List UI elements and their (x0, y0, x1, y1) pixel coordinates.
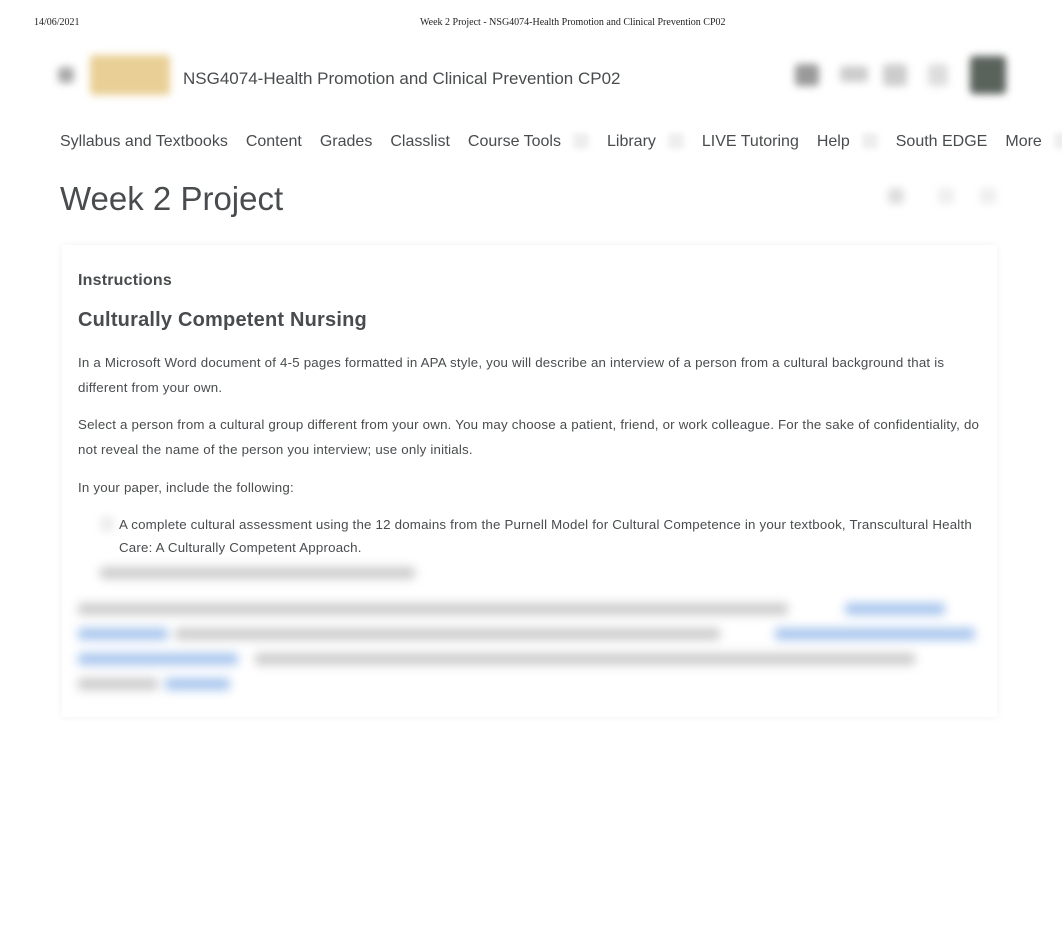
chevron-down-icon[interactable] (667, 133, 684, 149)
message-icon[interactable] (840, 66, 868, 82)
list-bullet (100, 516, 114, 532)
paragraph: In your paper, include the following: (78, 480, 294, 495)
section-heading: Culturally Competent Nursing (78, 309, 367, 331)
avatar[interactable] (970, 56, 1006, 94)
print-date: 14/06/2021 (34, 17, 80, 28)
blurred-text (78, 678, 158, 690)
chevron-down-icon[interactable] (861, 133, 878, 149)
nav-help[interactable]: Help (817, 133, 850, 151)
list-item: A complete cultural assessment using the… (119, 517, 972, 555)
nav-more[interactable]: More (1005, 133, 1041, 151)
nav-south-edge[interactable]: South EDGE (896, 133, 988, 151)
blurred-link[interactable] (78, 653, 238, 665)
nav-course-tools[interactable]: Course Tools (468, 133, 561, 151)
logo[interactable] (90, 55, 170, 95)
blurred-text (78, 603, 788, 615)
blurred-link[interactable] (845, 603, 945, 615)
nav-library[interactable]: Library (607, 133, 656, 151)
nav-content[interactable]: Content (246, 133, 302, 151)
menu-icon[interactable] (58, 67, 74, 83)
download-icon[interactable] (888, 188, 904, 204)
previous-icon[interactable] (938, 188, 954, 204)
course-nav: Syllabus and Textbooks Content Grades Cl… (60, 133, 1062, 151)
blurred-link[interactable] (775, 628, 975, 640)
nav-grades[interactable]: Grades (320, 133, 372, 151)
grid-icon[interactable] (795, 64, 819, 86)
blurred-link[interactable] (78, 628, 168, 640)
course-title[interactable]: NSG4074-Health Promotion and Clinical Pr… (183, 69, 621, 89)
nav-live-tutoring[interactable]: LIVE Tutoring (702, 133, 799, 151)
top-bar: NSG4074-Health Promotion and Clinical Pr… (55, 50, 1012, 100)
page-title: Week 2 Project (60, 180, 284, 217)
blurred-text (255, 653, 915, 665)
chevron-down-icon[interactable] (1053, 133, 1062, 149)
blurred-list-item (100, 567, 415, 579)
paragraph: Select a person from a cultural group di… (78, 417, 980, 457)
next-icon[interactable] (980, 188, 996, 204)
print-title: Week 2 Project - NSG4074-Health Promotio… (420, 17, 726, 28)
nav-syllabus[interactable]: Syllabus and Textbooks (60, 133, 228, 151)
nav-classlist[interactable]: Classlist (390, 133, 450, 151)
notification-icon[interactable] (928, 64, 948, 86)
chat-icon[interactable] (883, 64, 907, 86)
blurred-link[interactable] (165, 678, 230, 690)
instructions-label: Instructions (78, 272, 172, 289)
blurred-text (175, 628, 720, 640)
chevron-down-icon[interactable] (572, 133, 589, 149)
paragraph: In a Microsoft Word document of 4-5 page… (78, 355, 945, 395)
